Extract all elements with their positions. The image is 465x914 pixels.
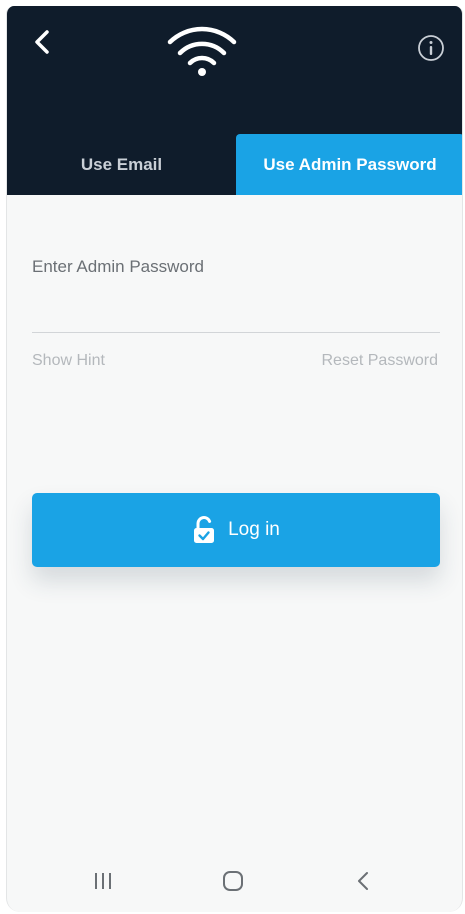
system-navigation-bar — [7, 850, 462, 912]
home-button[interactable] — [213, 864, 253, 898]
header: Use Email Use Admin Password — [7, 6, 462, 195]
login-button[interactable]: Log in — [32, 493, 440, 567]
tab-use-email[interactable]: Use Email — [7, 134, 236, 195]
password-label: Enter Admin Password — [32, 257, 204, 276]
unlock-icon — [194, 516, 215, 543]
recents-icon — [95, 873, 111, 889]
wifi-icon — [167, 26, 237, 76]
back-button[interactable] — [25, 24, 61, 60]
app-screen: Use Email Use Admin Password Enter Admin… — [6, 6, 463, 912]
recents-button[interactable] — [83, 864, 123, 898]
info-icon — [418, 35, 444, 61]
show-hint-link[interactable]: Show Hint — [32, 352, 105, 370]
admin-password-field: Enter Admin Password — [32, 243, 440, 333]
tab-use-admin-password[interactable]: Use Admin Password — [236, 134, 462, 195]
tab-label: Use Email — [80, 154, 163, 174]
back-icon — [358, 872, 368, 890]
reset-password-link[interactable]: Reset Password — [322, 352, 439, 370]
info-button[interactable] — [417, 34, 445, 62]
wifi-logo — [165, 20, 239, 78]
tab-label: Use Admin Password — [263, 154, 437, 174]
password-input[interactable] — [32, 283, 440, 333]
system-back-button[interactable] — [343, 864, 383, 898]
back-arrow-icon — [35, 30, 49, 54]
login-label: Log in — [228, 519, 280, 540]
login-form: Enter Admin Password Show Hint Reset Pas… — [7, 195, 462, 912]
home-icon — [223, 871, 243, 891]
